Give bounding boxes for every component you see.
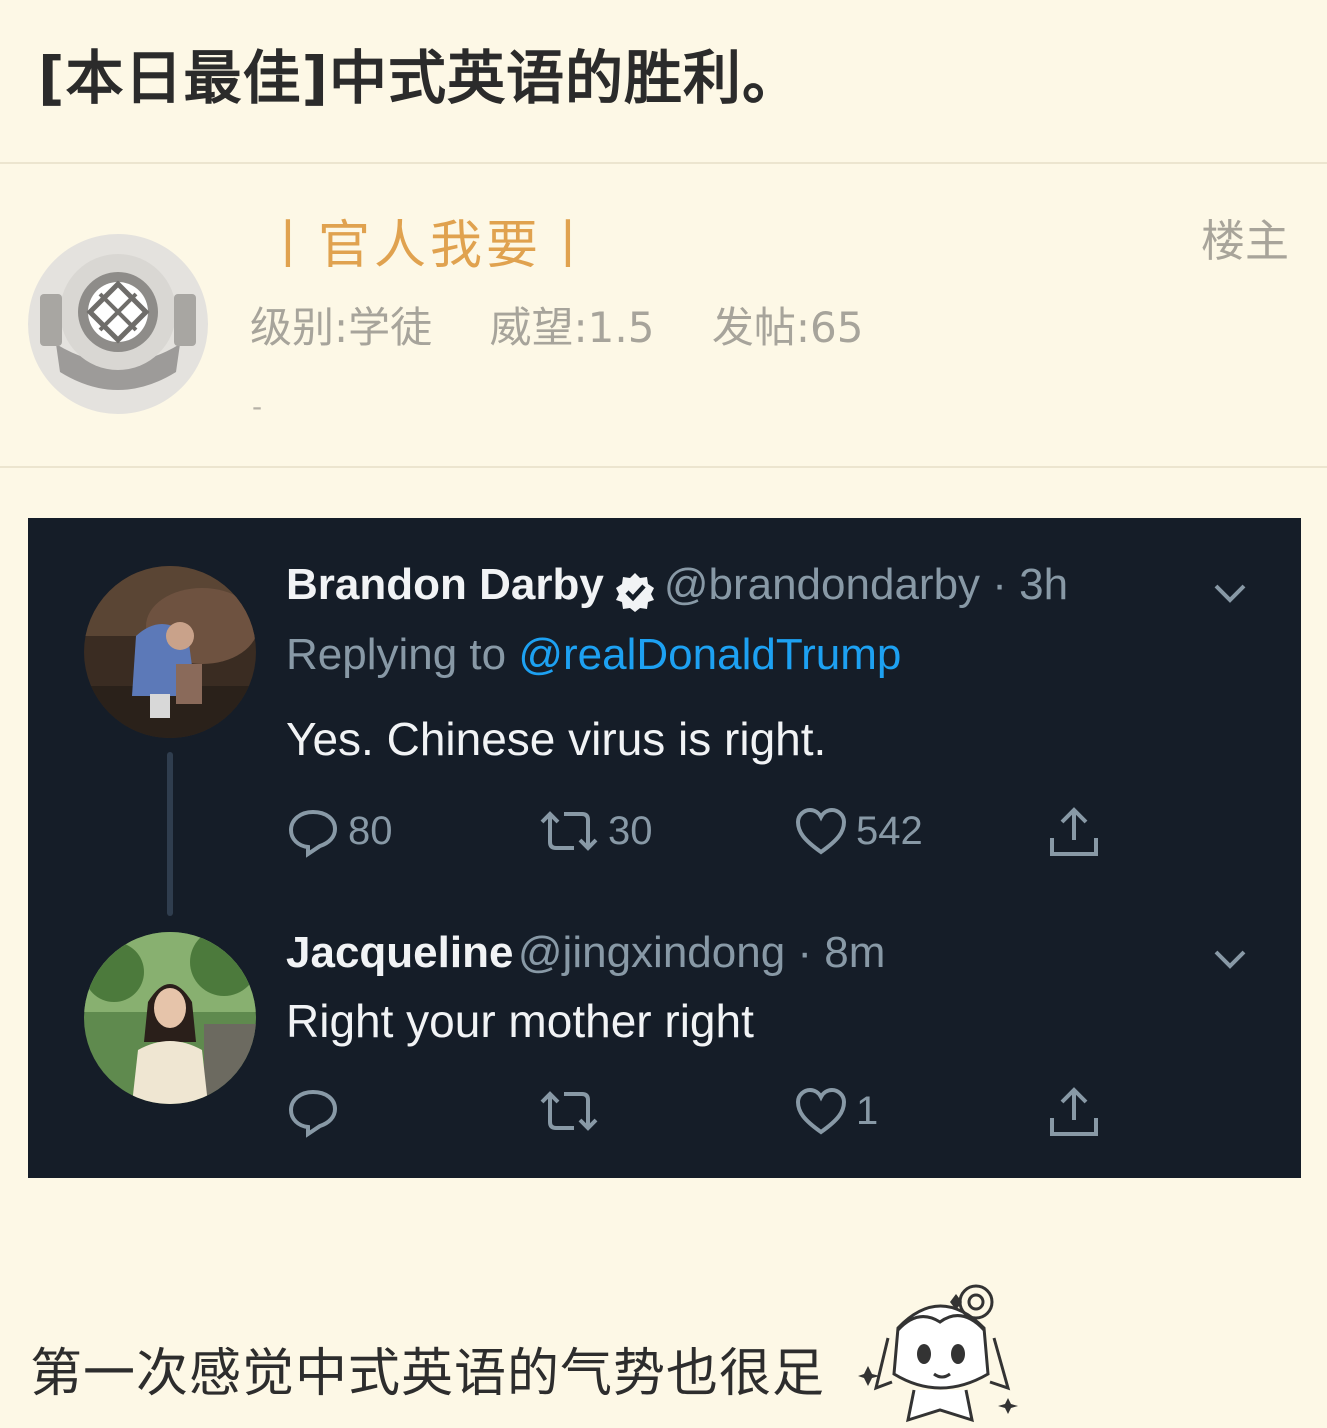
tweet-avatar-jacqueline [84,932,256,1104]
author-reputation: 威望:1.5 [489,303,655,352]
author-meta: 级别:学徒 威望:1.5 发帖:65 [250,300,907,356]
author-signature: - [252,390,263,423]
reply-button[interactable] [286,1084,348,1138]
heart-icon [795,807,847,855]
divider [0,162,1327,164]
reply-button[interactable]: 80 [286,804,393,858]
like-button[interactable]: 1 [794,1086,878,1136]
diving-helmet-icon [28,234,208,414]
like-count: 542 [856,808,923,853]
heart-icon [795,1087,847,1135]
reply-mention-link[interactable]: @realDonaldTrump [518,630,901,679]
retweet-icon [540,1091,598,1131]
reply-comment: 第一次感觉中式英语的气势也很足 [30,1344,826,1404]
retweet-button[interactable]: 30 [538,808,653,854]
chevron-down-icon[interactable] [1210,580,1250,606]
divider [0,466,1327,468]
tweet-screenshot: Brandon Darby @brandondarby · 3h Replying… [28,518,1301,1178]
tweet-author-handle[interactable]: @jingxindong · 8m [518,928,886,977]
tweet-text: Right your mother right [286,995,754,1047]
tweet-header: Brandon Darby @brandondarby · 3h [286,560,1068,619]
tweet-avatar-brandon [84,566,256,738]
op-badge: 楼主 [1201,216,1289,267]
share-button[interactable] [1046,1084,1102,1140]
retweet-count: 30 [608,808,653,853]
share-icon [1050,1087,1098,1136]
tweet-author-name[interactable]: Jacqueline [286,928,513,977]
share-button[interactable] [1046,804,1102,860]
author-post-count: 发帖:65 [711,303,864,352]
tweet-author-name[interactable]: Brandon Darby [286,560,604,609]
verified-badge-icon [615,572,654,612]
reply-icon [288,1089,338,1138]
retweet-icon [540,811,598,851]
post-title: [本日最佳]中式英语的胜利。 [38,44,802,112]
chevron-down-icon[interactable] [1210,946,1250,972]
thread-line [167,752,173,916]
tweet-author-handle[interactable]: @brandondarby · 3h [664,560,1068,609]
author-username[interactable]: 丨官人我要丨 [262,212,598,280]
like-count: 1 [856,1088,879,1133]
like-button[interactable]: 542 [794,806,923,856]
tweet-reply-context: Replying to @realDonaldTrump [286,630,901,680]
share-icon [1050,807,1098,856]
reply-icon [288,809,338,858]
reply-count: 80 [348,808,393,853]
reply-prefix: Replying to [286,630,519,679]
author-level: 级别:学徒 [250,303,433,352]
retweet-button[interactable] [538,1088,608,1134]
anime-sticker-icon [858,1284,1018,1423]
author-avatar[interactable] [26,232,210,416]
tweet-text: Yes. Chinese virus is right. [286,713,827,765]
tweet-header: Jacqueline @jingxindong · 8m [286,928,885,978]
